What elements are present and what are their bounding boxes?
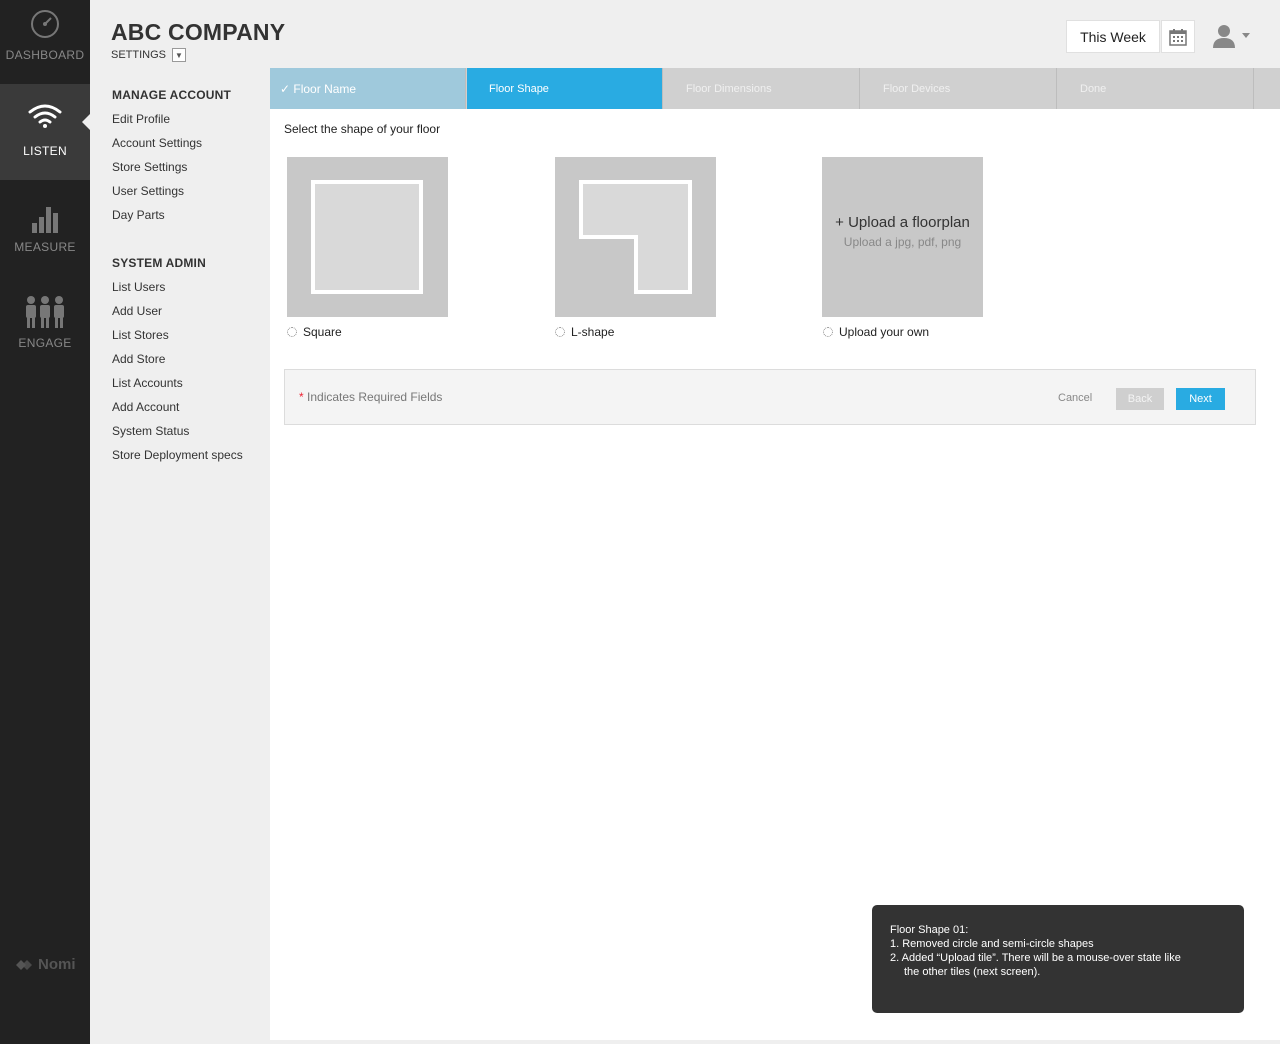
l-shape-radio[interactable] <box>555 327 565 337</box>
section-label: SETTINGS <box>111 49 167 61</box>
l-shape-tile[interactable] <box>555 157 716 317</box>
chevron-down-icon[interactable]: ▼ <box>172 48 187 62</box>
speedometer-icon <box>0 6 90 42</box>
section-title-admin: SYSTEM ADMIN <box>112 256 206 270</box>
nav-measure[interactable]: MEASURE <box>0 180 90 276</box>
upload-label: Upload your own <box>839 325 930 339</box>
link-add-store[interactable]: Add Store <box>112 352 165 366</box>
section-title-manage: MANAGE ACCOUNT <box>112 88 232 102</box>
calendar-icon[interactable] <box>1161 20 1195 53</box>
required-text: Indicates Required Fields <box>307 390 443 404</box>
wifi-icon <box>0 98 90 134</box>
step-floor-dimensions[interactable]: Floor Dimensions <box>664 68 860 109</box>
link-user-settings[interactable]: User Settings <box>112 184 184 198</box>
user-avatar-icon <box>1213 25 1235 48</box>
square-radio[interactable] <box>287 327 297 337</box>
wizard-steps: ✓ Floor Name Floor Shape Floor Dimension… <box>270 68 1280 109</box>
main-nav: DASHBOARD LISTEN MEASURE ENGAGE Nomi <box>0 0 90 1044</box>
company-title: ABC COMPANY <box>111 19 286 45</box>
nav-label: ENGAGE <box>18 336 72 350</box>
link-store-deployment-specs[interactable]: Store Deployment specs <box>112 448 243 462</box>
next-button[interactable]: Next <box>1176 388 1225 410</box>
link-list-users[interactable]: List Users <box>112 280 165 294</box>
square-option[interactable]: Square <box>287 325 342 339</box>
required-star: * <box>299 390 304 404</box>
date-range-button[interactable]: This Week <box>1066 20 1160 53</box>
link-edit-profile[interactable]: Edit Profile <box>112 112 170 126</box>
upload-radio[interactable] <box>823 327 833 337</box>
people-icon <box>0 294 90 330</box>
required-fields-note: * Indicates Required Fields <box>299 390 442 404</box>
l-shape-label: L-shape <box>571 325 615 339</box>
nav-label: MEASURE <box>14 240 76 254</box>
nav-dashboard[interactable]: DASHBOARD <box>0 0 90 96</box>
settings-sidebar: MANAGE ACCOUNT Edit Profile Account Sett… <box>90 68 270 1044</box>
link-add-account[interactable]: Add Account <box>112 400 179 414</box>
link-list-accounts[interactable]: List Accounts <box>112 376 183 390</box>
link-add-user[interactable]: Add User <box>112 304 162 318</box>
nav-engage[interactable]: ENGAGE <box>0 276 90 372</box>
upload-hint: Upload a jpg, pdf, png <box>843 235 962 249</box>
link-store-settings[interactable]: Store Settings <box>112 160 187 174</box>
square-label: Square <box>303 325 342 339</box>
upload-option[interactable]: Upload your own <box>823 325 929 339</box>
step-floor-devices[interactable]: Floor Devices <box>861 68 1057 109</box>
link-day-parts[interactable]: Day Parts <box>112 208 165 222</box>
upload-title: + Upload a floorplan <box>835 214 970 231</box>
square-shape-tile[interactable] <box>287 157 448 317</box>
bar-chart-icon <box>0 200 90 236</box>
upload-floorplan-tile[interactable]: + Upload a floorplan Upload a jpg, pdf, … <box>822 157 983 317</box>
cancel-button[interactable]: Cancel <box>1058 392 1092 404</box>
main-content: ✓ Floor Name Floor Shape Floor Dimension… <box>270 68 1280 1040</box>
l-shape-icon <box>579 180 692 294</box>
shape-prompt: Select the shape of your floor <box>284 122 441 136</box>
design-note: Floor Shape 01: 1. Removed circle and se… <box>872 905 1244 1013</box>
note-line: 2. Added “Upload tile”. There will be a … <box>890 952 1181 964</box>
step-done[interactable]: Done <box>1058 68 1254 109</box>
nomi-logo-icon <box>16 959 32 970</box>
brand-name: Nomi <box>38 956 76 973</box>
form-actions-bar: * Indicates Required Fields Cancel Back … <box>284 369 1256 425</box>
caret-down-icon <box>1242 33 1250 38</box>
note-line: the other tiles (next screen). <box>904 966 1041 978</box>
user-menu[interactable] <box>1212 22 1256 50</box>
link-list-stores[interactable]: List Stores <box>112 328 169 342</box>
link-account-settings[interactable]: Account Settings <box>112 136 202 150</box>
link-system-status[interactable]: System Status <box>112 424 189 438</box>
note-line: 1. Removed circle and semi-circle shapes <box>890 938 1094 950</box>
nav-listen[interactable]: LISTEN <box>0 84 90 180</box>
l-shape-option[interactable]: L-shape <box>555 325 614 339</box>
square-shape-icon <box>311 180 423 294</box>
back-button[interactable]: Back <box>1116 388 1164 410</box>
step-floor-name[interactable]: ✓ Floor Name <box>270 68 466 109</box>
step-floor-shape[interactable]: Floor Shape <box>467 68 663 109</box>
nav-label: LISTEN <box>23 144 67 158</box>
note-title: Floor Shape 01: <box>890 924 969 936</box>
nav-label: DASHBOARD <box>5 48 85 62</box>
nomi-logo: Nomi <box>14 956 76 973</box>
section-switcher: SETTINGS ▼ <box>111 48 187 62</box>
